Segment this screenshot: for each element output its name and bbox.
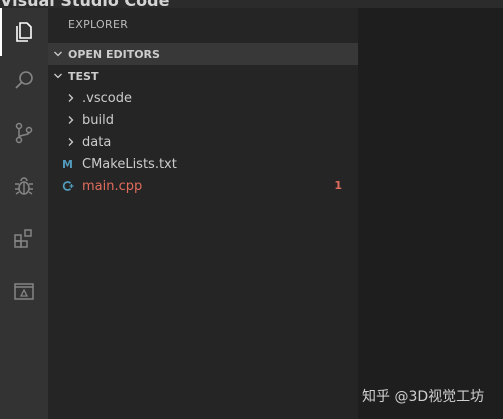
activity-remote-explorer[interactable] — [0, 268, 48, 316]
project-label: TEST — [68, 69, 99, 83]
chevron-right-icon — [62, 115, 80, 125]
activity-extensions[interactable] — [0, 215, 48, 263]
tree-item-label: build — [82, 112, 114, 128]
tree-item-main-cpp[interactable]: main.cpp 1 — [48, 175, 358, 197]
window-title-strip: Visual Studio Code — [0, 0, 503, 8]
extensions-icon — [14, 229, 32, 248]
activity-bar — [0, 8, 48, 419]
watermark-text: 知乎 @3D视觉工坊 — [362, 389, 485, 405]
activity-source-control[interactable] — [0, 109, 48, 157]
files-icon — [16, 22, 32, 42]
explorer-sidebar: EXPLORER OPEN EDITORS TEST .vscode build… — [48, 8, 358, 419]
activity-explorer[interactable] — [0, 8, 48, 56]
tree-item-cmakelists[interactable]: M CMakeLists.txt — [48, 153, 358, 175]
chevron-down-icon — [48, 71, 68, 81]
chevron-down-icon — [48, 49, 68, 59]
cpp-file-icon — [62, 180, 80, 192]
chevron-right-icon — [62, 137, 80, 147]
tree-item-label: main.cpp — [82, 178, 143, 194]
activity-search[interactable] — [0, 56, 48, 104]
remote-explorer-icon — [14, 283, 34, 300]
section-project[interactable]: TEST — [48, 65, 358, 87]
debug-icon — [15, 177, 33, 195]
chevron-right-icon — [62, 93, 80, 103]
tree-item-build[interactable]: build — [48, 109, 358, 131]
activity-debug[interactable] — [0, 162, 48, 210]
tree-item-label: .vscode — [82, 90, 132, 106]
tree-item-vscode[interactable]: .vscode — [48, 87, 358, 109]
tree-item-data[interactable]: data — [48, 131, 358, 153]
section-open-editors[interactable]: OPEN EDITORS — [48, 43, 358, 65]
cmake-file-icon: M — [62, 157, 73, 171]
open-editors-label: OPEN EDITORS — [68, 47, 160, 61]
window-title: Visual Studio Code — [0, 0, 169, 8]
tree-item-label: CMakeLists.txt — [82, 156, 177, 172]
source-control-icon — [15, 122, 33, 144]
sidebar-title: EXPLORER — [68, 18, 129, 31]
tree-item-label: data — [82, 134, 112, 150]
search-icon — [15, 71, 33, 89]
editor-area — [358, 8, 503, 419]
problem-count-badge: 1 — [334, 179, 342, 192]
